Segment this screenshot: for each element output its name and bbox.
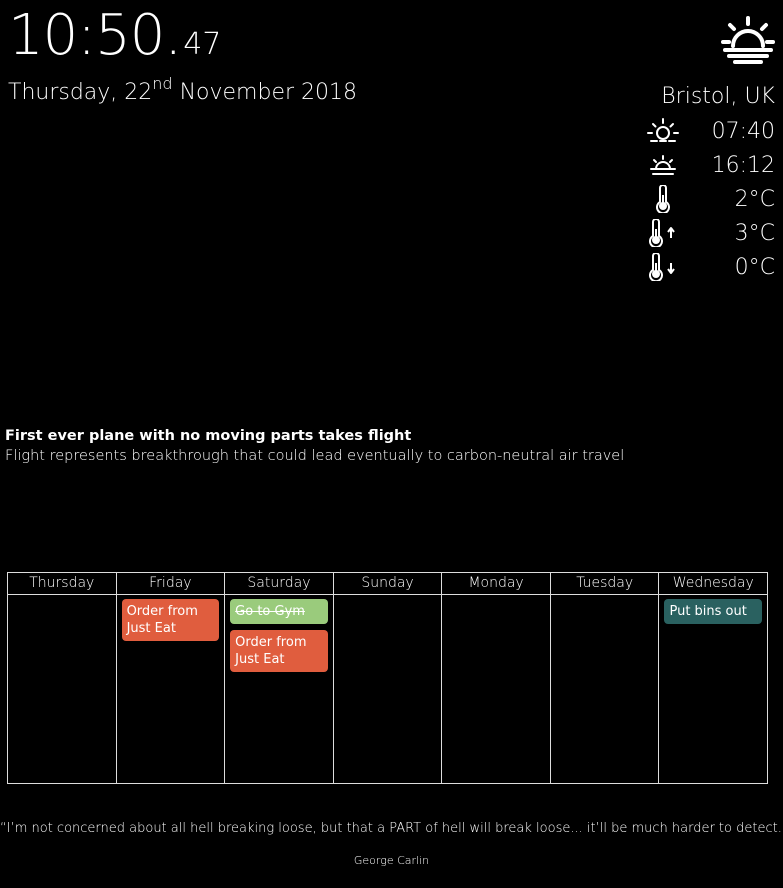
current-date: Thursday, 22nd November 2018: [8, 76, 357, 106]
calendar-day-wednesday: Wednesday Put bins out: [659, 573, 768, 783]
calendar-day-header: Sunday: [333, 573, 442, 595]
calendar-day-header: Friday: [116, 573, 225, 595]
thermometer-low-icon: [645, 252, 681, 282]
calendar-day-header: Saturday: [225, 573, 333, 595]
news-ticker: First ever plane with no moving parts ta…: [5, 428, 775, 464]
sunset-row: 16:12: [645, 148, 775, 182]
calendar-event-completed[interactable]: Go to Gym: [230, 599, 328, 624]
high-temperature-row: 3°C: [645, 216, 775, 250]
quote-author: George Carlin: [353, 854, 430, 867]
low-temperature-row: 0°C: [645, 250, 775, 284]
weather-location: Bristol, UK: [661, 84, 775, 109]
sunrise-time: 07:40: [711, 118, 775, 144]
date-weekday-day: Thursday, 22: [8, 80, 153, 105]
news-summary: Flight represents breakthrough that coul…: [5, 448, 625, 464]
quote-text: “I’m not concerned about all hell breaki…: [0, 821, 783, 836]
calendar-day-header: Wednesday: [659, 573, 768, 595]
clock: 10:50.47: [8, 8, 221, 64]
week-calendar: Thursday Friday Order from Just Eat Satu…: [7, 572, 768, 784]
sunrise-icon: [645, 116, 681, 146]
sunrise-row: 07:40: [645, 114, 775, 148]
current-temperature: 2°C: [734, 186, 775, 212]
calendar-day-sunday: Sunday: [333, 573, 443, 783]
calendar-event[interactable]: Order from Just Eat: [230, 630, 328, 672]
weather-details: 07:40 16:12 2°C 3°C 0°C: [645, 114, 775, 284]
calendar-day-header: Monday: [442, 573, 550, 595]
calendar-day-friday: Friday Order from Just Eat: [116, 573, 226, 783]
calendar-day-tuesday: Tuesday: [550, 573, 660, 783]
calendar-day-header: Tuesday: [550, 573, 659, 595]
calendar-event[interactable]: Order from Just Eat: [121, 599, 220, 641]
high-temperature: 3°C: [734, 220, 775, 246]
sunset-time: 16:12: [711, 152, 775, 178]
thermometer-icon: [645, 184, 681, 214]
low-temperature: 0°C: [734, 254, 775, 280]
calendar-day-thursday: Thursday: [8, 573, 117, 783]
sunset-icon: [645, 150, 681, 180]
calendar-day-saturday: Saturday Go to Gym Order from Just Eat: [225, 573, 334, 783]
calendar-day-events: [442, 595, 550, 783]
calendar-day-events: Order from Just Eat: [117, 595, 225, 783]
clock-seconds: 47: [183, 27, 222, 62]
thermometer-high-icon: [645, 218, 681, 248]
calendar-day-monday: Monday: [442, 573, 551, 783]
calendar-day-events: [334, 595, 442, 783]
calendar-day-events: [8, 595, 116, 783]
date-month-year: November 2018: [172, 80, 357, 105]
sunrise-icon: [721, 16, 775, 64]
calendar-day-events: Go to Gym Order from Just Eat: [225, 595, 333, 783]
calendar-day-header: Thursday: [8, 573, 116, 595]
calendar-day-events: [551, 595, 659, 783]
calendar-day-events: Put bins out: [659, 595, 767, 783]
temperature-row: 2°C: [645, 182, 775, 216]
calendar-event[interactable]: Put bins out: [664, 599, 763, 624]
news-headline: First ever plane with no moving parts ta…: [5, 428, 412, 444]
clock-hours-minutes: 10:50.: [8, 3, 182, 68]
date-ordinal: nd: [152, 74, 173, 93]
